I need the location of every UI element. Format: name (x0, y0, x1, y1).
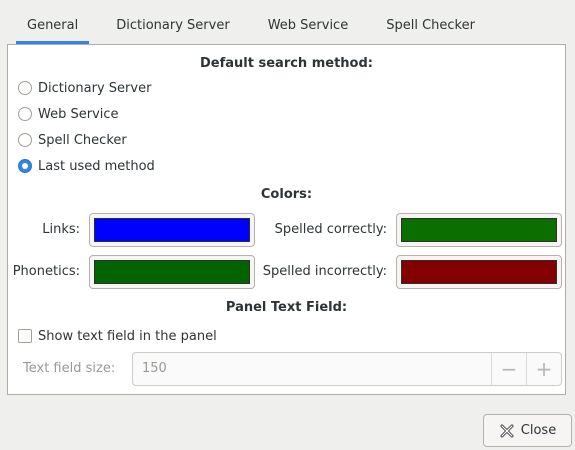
text-field-size-spinner[interactable]: 150 − + (132, 352, 562, 386)
plus-icon: + (535, 357, 553, 381)
show-text-field-checkbox-row[interactable]: Show text field in the panel (18, 326, 217, 346)
radio-label: Spell Checker (38, 132, 127, 148)
radio-label: Web Service (38, 106, 119, 122)
decrement-button[interactable]: − (491, 353, 526, 385)
phonetics-color-button[interactable] (89, 255, 255, 289)
radio-indicator[interactable] (18, 133, 32, 147)
search-method-heading: Default search method: (200, 56, 373, 71)
minus-icon: − (500, 357, 518, 381)
close-icon (500, 424, 514, 437)
general-panel: Default search method: Dictionary Server… (7, 44, 566, 395)
show-text-field-checkbox[interactable] (18, 329, 32, 343)
tab-web-service[interactable]: Web Service (249, 8, 368, 44)
links-color-button[interactable] (89, 213, 255, 247)
phonetics-label: Phonetics: (12, 264, 80, 279)
show-text-field-label: Show text field in the panel (38, 328, 217, 344)
tab-bar: General Dictionary Server Web Service Sp… (8, 8, 567, 44)
spelled-correctly-color-button[interactable] (396, 213, 562, 247)
tab-dictionary-server[interactable]: Dictionary Server (97, 8, 248, 44)
spelled-incorrectly-color-swatch (401, 260, 557, 284)
panel-text-field-heading: Panel Text Field: (225, 300, 348, 315)
radio-web-service[interactable]: Web Service (18, 104, 119, 124)
radio-indicator[interactable] (18, 81, 32, 95)
spelled-correctly-label: Spelled correctly: (274, 222, 387, 237)
radio-last-used-method[interactable]: Last used method (18, 156, 155, 176)
phonetics-color-swatch (94, 260, 250, 284)
radio-indicator-selected[interactable] (18, 159, 32, 173)
spelled-incorrectly-label: Spelled incorrectly: (262, 264, 387, 279)
close-label: Close (520, 423, 557, 438)
radio-label: Last used method (38, 158, 155, 174)
increment-button[interactable]: + (526, 353, 561, 385)
spelled-incorrectly-color-button[interactable] (396, 255, 562, 289)
text-field-size-value[interactable]: 150 (133, 353, 491, 385)
text-field-size-label: Text field size: (23, 361, 116, 376)
spelled-correctly-color-swatch (401, 218, 557, 242)
links-color-swatch (94, 218, 250, 242)
radio-indicator[interactable] (18, 107, 32, 121)
radio-dictionary-server[interactable]: Dictionary Server (18, 78, 151, 98)
radio-label: Dictionary Server (38, 80, 152, 96)
links-label: Links: (42, 222, 80, 237)
radio-spell-checker[interactable]: Spell Checker (18, 130, 127, 150)
tab-spell-checker[interactable]: Spell Checker (367, 8, 494, 44)
colors-heading: Colors: (260, 187, 313, 202)
close-button[interactable]: Close (483, 414, 572, 447)
tab-general[interactable]: General (8, 8, 97, 44)
